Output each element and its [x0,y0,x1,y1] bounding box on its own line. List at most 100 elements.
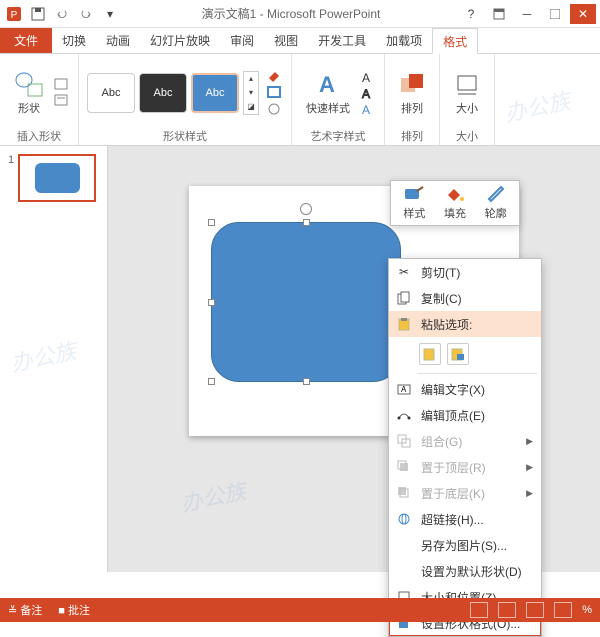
arrange-button[interactable]: 排列 [393,68,431,118]
resize-handle[interactable] [208,219,215,226]
svg-text:A: A [362,103,370,116]
redo-icon[interactable] [76,4,96,24]
save-icon[interactable] [28,4,48,24]
powerpoint-icon[interactable]: P [4,4,24,24]
ctx-copy-label: 复制(C) [421,290,462,307]
resize-handle[interactable] [303,378,310,385]
tab-transition[interactable]: 切换 [52,28,96,53]
shape-fill-icon[interactable] [267,70,283,84]
window-controls: ? ─ ✕ [458,4,600,24]
resize-handle[interactable] [208,299,215,306]
group-shape-style: Abc Abc Abc ▴▾◪ 形状样式 [79,54,292,145]
ctx-bring-front-label: 置于顶层(R) [421,459,486,476]
text-box-icon[interactable] [54,94,70,108]
context-menu: ✂ 剪切(T) 复制(C) 粘贴选项: A 编辑文字(X) 编辑顶点(E) 组合… [388,258,542,637]
tab-slideshow[interactable]: 幻灯片放映 [140,28,220,53]
ctx-default-label: 设置为默认形状(D) [421,563,522,580]
style-preset-2[interactable]: Abc [139,73,187,113]
qat-dropdown-icon[interactable]: ▾ [100,4,120,24]
slideshow-view-icon[interactable] [554,602,572,618]
svg-text:A: A [362,87,370,100]
ctx-cut[interactable]: ✂ 剪切(T) [389,259,541,285]
ctx-save-as-pic[interactable]: 另存为图片(S)... [389,532,541,558]
mini-outline-label: 轮廓 [485,205,507,221]
reading-view-icon[interactable] [526,602,544,618]
text-outline-icon[interactable]: A [360,86,376,100]
paste-keep-source-icon[interactable] [419,343,441,365]
scissors-icon: ✂ [395,263,413,281]
group-label-wordart: 艺术字样式 [311,127,366,145]
undo-icon[interactable] [52,4,72,24]
hyperlink-icon [395,510,413,528]
mini-fill-button[interactable]: 填充 [436,185,475,221]
edit-shape-icon[interactable] [54,78,70,92]
quick-access-toolbar: P ▾ [0,4,124,24]
ctx-group-label: 组合(G) [421,433,462,450]
bring-front-icon [395,458,413,476]
ribbon-tabs: 文件 切换 动画 幻灯片放映 审阅 视图 开发工具 加载项 格式 [0,28,600,54]
ctx-edit-text[interactable]: A 编辑文字(X) [389,376,541,402]
maximize-icon[interactable] [542,4,568,24]
quickstyle-button[interactable]: A 快速样式 [300,68,356,118]
resize-handle[interactable] [303,219,310,226]
ctx-edit-points-label: 编辑顶点(E) [421,407,485,424]
ctx-copy[interactable]: 复制(C) [389,285,541,311]
shape-effects-icon[interactable] [267,102,283,116]
edit-text-icon: A [395,380,413,398]
quickstyle-label: 快速样式 [306,100,350,116]
resize-handle[interactable] [208,378,215,385]
group-label-style: 形状样式 [163,127,207,145]
ribbon-display-icon[interactable] [486,4,512,24]
sorter-view-icon[interactable] [498,602,516,618]
tab-addins[interactable]: 加载项 [376,28,432,53]
shape-outline-icon[interactable] [267,86,283,100]
tab-review[interactable]: 审阅 [220,28,264,53]
ctx-group: 组合(G) ▶ [389,428,541,454]
text-fill-icon[interactable]: A [360,70,376,84]
normal-view-icon[interactable] [470,602,488,618]
ctx-set-default[interactable]: 设置为默认形状(D) [389,558,541,584]
text-effects-icon[interactable]: A [360,102,376,116]
rotation-handle-icon[interactable] [300,203,312,215]
shapes-button[interactable]: 形状 [8,68,50,118]
paste-picture-icon[interactable] [447,343,469,365]
ctx-edit-text-label: 编辑文字(X) [421,381,485,398]
style-preset-1[interactable]: Abc [87,73,135,113]
thumb-number: 1 [8,154,14,202]
ctx-send-back: 置于底层(K) ▶ [389,480,541,506]
tab-developer[interactable]: 开发工具 [308,28,376,53]
send-back-icon [395,484,413,502]
thumbnail-shape-icon [35,163,80,193]
mini-fill-label: 填充 [444,205,466,221]
mini-outline-button[interactable]: 轮廓 [476,185,515,221]
ctx-edit-points[interactable]: 编辑顶点(E) [389,402,541,428]
ctx-cut-label: 剪切(T) [421,264,460,281]
group-label-size: 大小 [456,127,478,145]
window-title: 演示文稿1 - Microsoft PowerPoint [124,5,458,22]
tab-file[interactable]: 文件 [0,28,52,53]
copy-icon [395,289,413,307]
tab-animation[interactable]: 动画 [96,28,140,53]
outline-pen-icon [485,185,507,203]
tab-view[interactable]: 视图 [264,28,308,53]
ribbon: 形状 插入形状 Abc Abc Abc ▴▾◪ 形状样式 [0,54,600,146]
minimize-icon[interactable]: ─ [514,4,540,24]
ctx-separator [417,373,537,374]
help-icon[interactable]: ? [458,4,484,24]
mini-style-button[interactable]: 样式 [395,185,434,221]
rounded-rect-shape[interactable] [211,222,401,382]
style-gallery-more[interactable]: ▴▾◪ [243,71,259,115]
notes-button[interactable]: ≚ 备注 [8,602,42,618]
ctx-hyperlink[interactable]: 超链接(H)... [389,506,541,532]
tab-format[interactable]: 格式 [432,28,478,54]
svg-text:A: A [401,385,407,394]
close-icon[interactable]: ✕ [570,4,596,24]
size-button[interactable]: 大小 [448,68,486,118]
comments-button[interactable]: ■ 批注 [58,602,90,618]
slide-thumbnail[interactable] [18,154,96,202]
thumbnail-pane[interactable]: 1 [0,146,108,572]
ctx-hyperlink-label: 超链接(H)... [421,511,484,528]
ctx-paste-label: 粘贴选项: [421,316,472,333]
style-preset-3[interactable]: Abc [191,73,239,113]
size-label: 大小 [456,100,478,116]
